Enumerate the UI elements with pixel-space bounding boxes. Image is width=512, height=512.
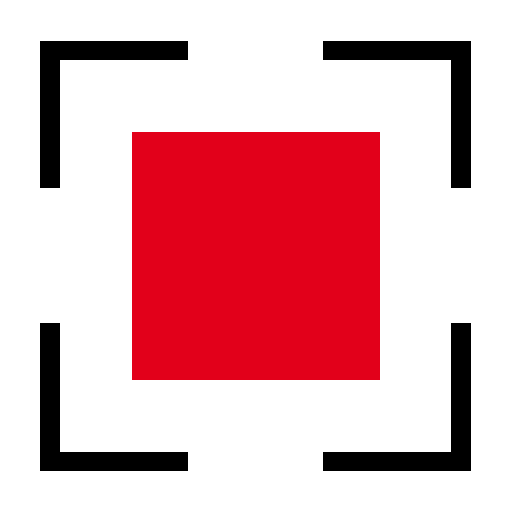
center-square [132, 132, 380, 380]
icon-canvas [0, 0, 512, 512]
focus-frame-stop-icon [40, 41, 471, 471]
